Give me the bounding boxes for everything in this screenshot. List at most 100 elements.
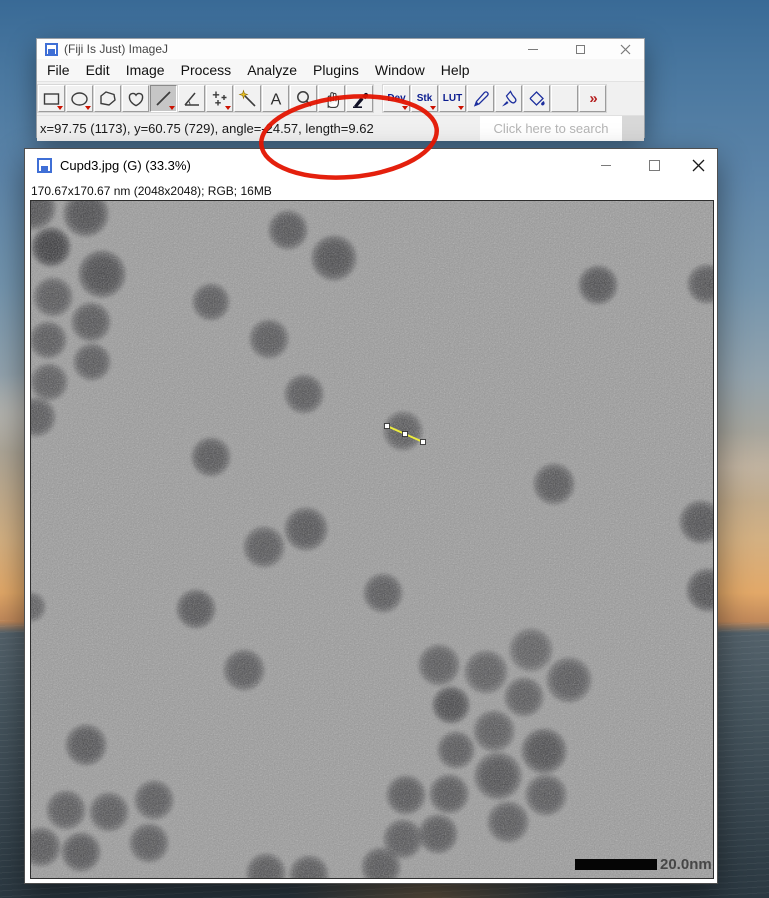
text-tool[interactable]: A	[262, 85, 289, 112]
nanoparticle	[134, 780, 174, 820]
nanoparticle	[191, 437, 231, 477]
pencil-tool[interactable]	[467, 85, 494, 112]
minimize-icon	[601, 165, 611, 166]
menu-edit[interactable]: Edit	[78, 59, 118, 81]
nanoparticle	[284, 374, 324, 414]
nanoparticle	[30, 827, 61, 867]
scale-bar	[575, 859, 657, 870]
nanoparticle	[61, 832, 101, 872]
maximize-icon	[649, 160, 660, 171]
angle-tool[interactable]	[178, 85, 205, 112]
maximize-button[interactable]	[639, 149, 669, 182]
tool-bar: A DevStk LUT »	[37, 81, 644, 115]
nanoparticle	[418, 644, 460, 686]
flood-fill-tool[interactable]	[523, 85, 550, 112]
nanoparticle	[289, 855, 329, 879]
paintbrush-icon	[499, 89, 519, 109]
more-tools[interactable]: »	[579, 85, 606, 112]
stk-menu-tool[interactable]: Stk	[411, 85, 438, 112]
nanoparticle	[129, 823, 169, 863]
oval-tool[interactable]	[66, 85, 93, 112]
nanoparticle	[30, 592, 46, 622]
line-tool[interactable]	[150, 85, 177, 112]
nanoparticle	[363, 573, 403, 613]
wand-icon	[238, 89, 258, 109]
menu-process[interactable]: Process	[173, 59, 240, 81]
imagej-icon	[37, 158, 52, 173]
rectangle-tool[interactable]	[38, 85, 65, 112]
nanoparticle	[473, 710, 515, 752]
zoom-tool[interactable]	[290, 85, 317, 112]
nanoparticle	[78, 250, 126, 298]
nanoparticle	[383, 411, 423, 451]
close-button[interactable]	[683, 149, 713, 182]
search-input[interactable]: Click here to search	[480, 116, 622, 141]
search-placeholder: Click here to search	[494, 121, 609, 136]
nanoparticle	[71, 302, 111, 342]
image-window-titlebar[interactable]: Cupd3.jpg (G) (33.3%)	[25, 149, 717, 182]
wand-tool[interactable]	[234, 85, 261, 112]
minimize-button[interactable]	[522, 39, 544, 59]
image-info-bar: 170.67x170.67 nm (2048x2048); RGB; 16MB	[25, 182, 717, 199]
menu-file[interactable]: File	[39, 59, 78, 81]
nanoparticle	[521, 728, 567, 774]
polygon-icon	[98, 89, 118, 109]
polygon-tool[interactable]	[94, 85, 121, 112]
maximize-button[interactable]	[569, 39, 591, 59]
dropdown-triangle-icon	[225, 106, 231, 110]
fiji-titlebar[interactable]: (Fiji Is Just) ImageJ	[37, 39, 644, 59]
paintbrush-tool[interactable]	[495, 85, 522, 112]
nanoparticle	[504, 677, 544, 717]
status-bar: x=97.75 (1173), y=60.75 (729), angle=-24…	[37, 115, 644, 141]
menu-bar: File Edit Image Process Analyze Plugins …	[37, 59, 644, 81]
nanoparticle	[30, 321, 67, 359]
tem-micrograph-canvas[interactable]: 20.0nm	[30, 200, 714, 879]
point-tool[interactable]	[206, 85, 233, 112]
close-icon	[692, 159, 705, 172]
nanoparticle	[464, 650, 508, 694]
nanoparticle	[487, 801, 529, 843]
search-grip[interactable]	[622, 116, 644, 141]
menu-plugins[interactable]: Plugins	[305, 59, 367, 81]
dev-menu-tool[interactable]: Dev	[383, 85, 410, 112]
imagej-icon	[45, 43, 58, 56]
maximize-icon	[576, 45, 585, 54]
nanoparticle	[249, 319, 289, 359]
fiji-main-window: (Fiji Is Just) ImageJ File Edit Image Pr…	[36, 38, 645, 138]
minimize-button[interactable]	[591, 149, 621, 182]
pencil-icon	[471, 89, 491, 109]
color-picker-tool[interactable]	[346, 85, 373, 112]
menu-help[interactable]: Help	[433, 59, 478, 81]
dropdown-triangle-icon	[169, 106, 175, 110]
close-button[interactable]	[614, 39, 636, 59]
nanoparticle	[474, 752, 522, 800]
fiji-window-title: (Fiji Is Just) ImageJ	[64, 42, 168, 56]
nanoparticle	[63, 200, 109, 237]
nanoparticle	[509, 628, 553, 672]
nanoparticle	[525, 774, 567, 816]
menu-window[interactable]: Window	[367, 59, 433, 81]
spare-tool-slot[interactable]	[551, 85, 578, 112]
roi-handle-end[interactable]	[421, 440, 426, 445]
nanoparticle	[30, 397, 56, 437]
nanoparticle	[429, 774, 469, 814]
nanoparticle	[432, 686, 470, 724]
lut-menu-tool-label: LUT	[443, 94, 462, 104]
nanoparticle	[176, 589, 216, 629]
nanoparticle	[33, 277, 73, 317]
dropdown-triangle-icon	[85, 106, 91, 110]
nanoparticle	[65, 724, 107, 766]
nanoparticle	[386, 775, 426, 815]
more-tools-label: »	[589, 90, 595, 107]
svg-text:A: A	[270, 91, 281, 108]
nanoparticle	[418, 814, 458, 854]
nanoparticle	[546, 657, 592, 703]
menu-analyze[interactable]: Analyze	[239, 59, 305, 81]
nanoparticle	[578, 265, 618, 305]
flood-fill-icon	[527, 89, 547, 109]
freehand-tool[interactable]	[122, 85, 149, 112]
hand-tool[interactable]	[318, 85, 345, 112]
lut-menu-tool[interactable]: LUT	[439, 85, 466, 112]
measurement-line-roi[interactable]	[31, 201, 713, 878]
menu-image[interactable]: Image	[118, 59, 173, 81]
